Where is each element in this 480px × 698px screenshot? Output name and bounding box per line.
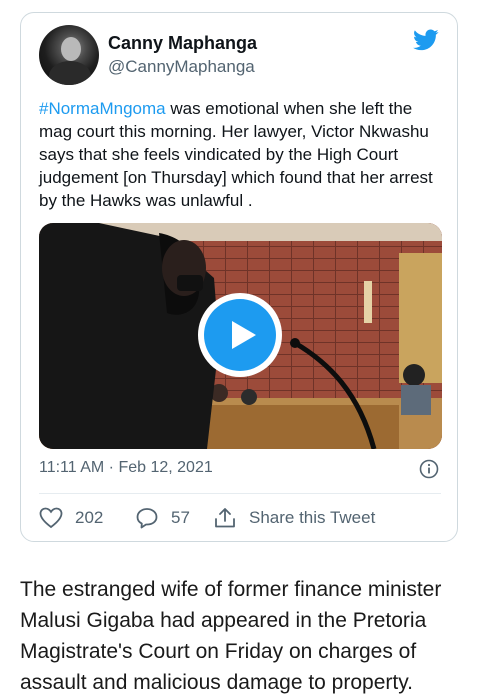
share-icon — [215, 508, 235, 528]
reply-button[interactable]: 57 — [135, 507, 190, 529]
share-label: Share this Tweet — [249, 508, 376, 527]
info-icon[interactable] — [419, 459, 439, 479]
play-icon — [232, 321, 256, 349]
twitter-bird-icon[interactable] — [411, 27, 441, 53]
tweet-text: #NormaMngoma was emotional when she left… — [39, 97, 444, 212]
hashtag-link[interactable]: #NormaMngoma — [39, 99, 166, 118]
avatar[interactable] — [39, 25, 99, 85]
tweet-video[interactable] — [39, 223, 442, 449]
share-tweet-button[interactable]: Share this Tweet — [213, 507, 375, 529]
reply-icon — [136, 508, 158, 529]
heart-icon — [39, 507, 63, 529]
tweet-timestamp[interactable]: 11:11 AM · Feb 12, 2021 — [39, 459, 213, 477]
like-button[interactable]: 202 — [39, 507, 103, 529]
play-button[interactable] — [198, 293, 282, 377]
embedded-tweet-card[interactable]: Canny Maphanga @CannyMaphanga #NormaMngo… — [20, 12, 458, 542]
divider — [39, 493, 441, 494]
author-handle[interactable]: @CannyMaphanga — [108, 57, 255, 77]
article-paragraph: The estranged wife of former finance min… — [20, 578, 442, 694]
reply-count: 57 — [171, 508, 190, 527]
author-name[interactable]: Canny Maphanga — [108, 33, 257, 54]
like-count: 202 — [75, 508, 104, 527]
